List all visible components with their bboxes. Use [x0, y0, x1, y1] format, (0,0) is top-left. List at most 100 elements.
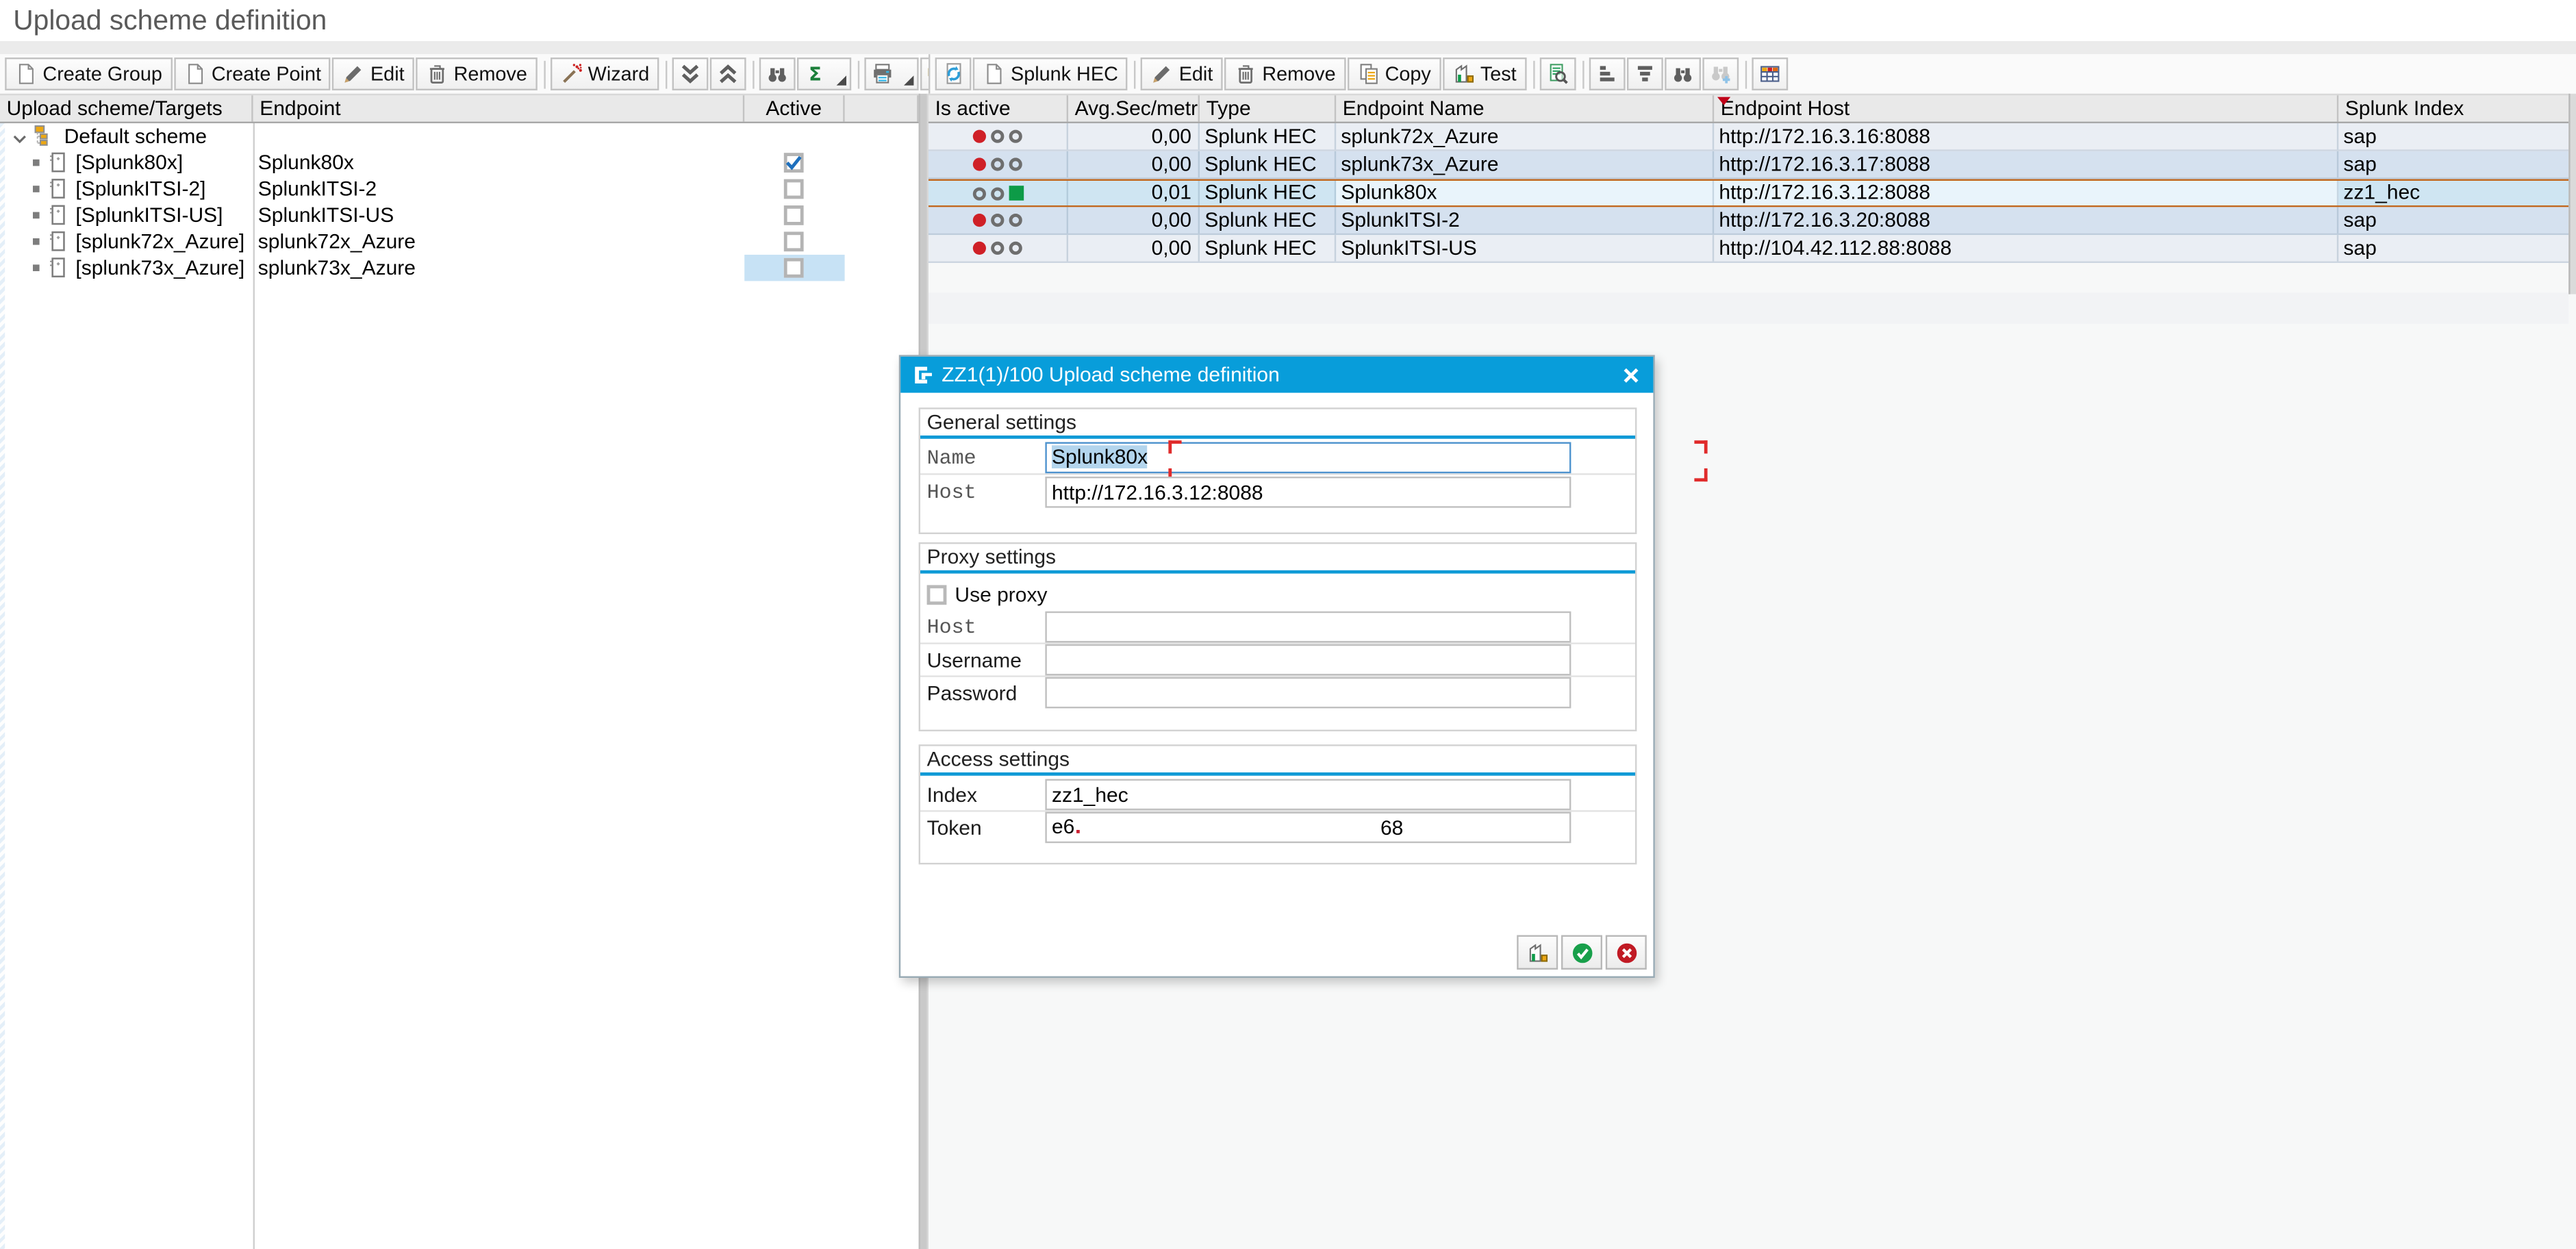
- tree-header-row: Upload scheme/Targets Endpoint Active: [0, 94, 919, 123]
- svg-text:Σ: Σ: [809, 64, 822, 85]
- tree-header-active[interactable]: Active: [744, 95, 844, 121]
- target-point-icon: [46, 230, 69, 253]
- page-title: Upload scheme definition: [13, 5, 327, 38]
- create-point-button[interactable]: Create Point: [174, 58, 331, 90]
- trash-icon: [1235, 62, 1258, 86]
- remove-endpoint-button[interactable]: Remove: [1224, 58, 1346, 90]
- token-row: Token e6 68: [920, 812, 1635, 845]
- grid-header-type[interactable]: Type: [1200, 95, 1336, 121]
- token-field[interactable]: e6 68: [1045, 812, 1571, 844]
- index-row: Index: [920, 779, 1635, 812]
- remove-label: Remove: [454, 62, 527, 86]
- use-proxy-checkbox[interactable]: [927, 585, 947, 605]
- grid-header-splunk-index[interactable]: Splunk Index: [2338, 95, 2568, 121]
- copy-endpoint-button[interactable]: Copy: [1347, 58, 1441, 90]
- focus-corner-icon: [1168, 440, 1181, 453]
- tree-item-label[interactable]: [splunk73x_Azure]: [75, 255, 244, 281]
- dialog-confirm-button[interactable]: [1561, 935, 1602, 970]
- splunk-index-cell: sap: [2338, 235, 2568, 261]
- index-field[interactable]: [1045, 779, 1571, 811]
- active-checkbox-checked[interactable]: [784, 153, 804, 173]
- wizard-button[interactable]: Wizard: [550, 58, 659, 90]
- tree-row-splunk73x-azure[interactable]: [splunk73x_Azure] splunk73x_Azure: [0, 255, 919, 281]
- grid-header-is-active[interactable]: Is active: [929, 95, 1068, 121]
- sort-indicator-icon: [1717, 97, 1730, 105]
- tree-row-splunkitsi-2[interactable]: [SplunkITSI-2] SplunkITSI-2: [0, 176, 919, 202]
- host-field[interactable]: [1045, 477, 1571, 508]
- tree-row-splunk72x-azure[interactable]: [splunk72x_Azure] splunk72x_Azure: [0, 229, 919, 255]
- find-entries-button[interactable]: [1665, 58, 1701, 90]
- tree-item-endpoint[interactable]: splunk73x_Azure: [258, 255, 416, 281]
- tree-item-label[interactable]: [SplunkITSI-2]: [75, 176, 205, 202]
- grid-header-endpoint-host[interactable]: Endpoint Host: [1714, 95, 2338, 121]
- tree-row-splunk80x[interactable]: [Splunk80x] Splunk80x: [0, 149, 919, 175]
- splunk-index-cell: sap: [2338, 207, 2568, 233]
- sum-button[interactable]: Σ: [797, 58, 851, 90]
- tree-item-label[interactable]: [Splunk80x]: [75, 149, 183, 175]
- tree-header-endpoint[interactable]: Endpoint: [253, 95, 745, 121]
- tree-item-label[interactable]: [SplunkITSI-US]: [75, 202, 223, 228]
- tree-item-endpoint[interactable]: Splunk80x: [258, 149, 354, 175]
- find-next-button-disabled[interactable]: [1702, 58, 1739, 90]
- sort-descending-icon: [1633, 62, 1656, 86]
- dialog-test-button[interactable]: [1517, 935, 1558, 970]
- toolbar-separator: [1533, 60, 1535, 88]
- tree-item-endpoint[interactable]: SplunkITSI-US: [258, 202, 394, 228]
- expand-all-button[interactable]: [672, 58, 709, 90]
- table-row[interactable]: 0,00 Splunk HEC splunk73x_Azure http://1…: [929, 151, 2568, 179]
- tree-item-label[interactable]: [splunk72x_Azure]: [75, 229, 244, 255]
- table-row-selected[interactable]: 0,01 Splunk HEC Splunk80x http://172.16.…: [929, 179, 2568, 207]
- grid-header-row: Is active Avg.Sec/metric Type Endpoint N…: [929, 94, 2568, 123]
- active-checkbox[interactable]: [784, 179, 804, 199]
- tree-row-default-scheme[interactable]: Default scheme: [0, 123, 919, 149]
- edit-button[interactable]: Edit: [333, 58, 414, 90]
- tree-header-targets[interactable]: Upload scheme/Targets: [0, 95, 253, 121]
- bullet-icon: [33, 264, 40, 271]
- active-checkbox[interactable]: [784, 258, 804, 278]
- edit-label: Edit: [1179, 62, 1213, 86]
- active-checkbox[interactable]: [784, 231, 804, 251]
- sort-descending-button[interactable]: [1626, 58, 1663, 90]
- tree-header-empty: [845, 95, 919, 121]
- remove-button[interactable]: Remove: [416, 58, 537, 90]
- table-row[interactable]: 0,00 Splunk HEC splunk72x_Azure http://1…: [929, 123, 2568, 151]
- table-view-button[interactable]: [1752, 58, 1788, 90]
- test-endpoint-button[interactable]: Test: [1443, 58, 1526, 90]
- tree-root-label[interactable]: Default scheme: [64, 123, 207, 149]
- refresh-button[interactable]: [935, 58, 972, 90]
- tree-column-divider[interactable]: [253, 123, 255, 1249]
- name-row: Name Splunk80x: [920, 442, 1635, 475]
- sort-ascending-button[interactable]: [1589, 58, 1625, 90]
- proxy-host-field[interactable]: [1045, 611, 1571, 643]
- dropdown-triangle-icon: [837, 75, 846, 85]
- close-icon[interactable]: [1619, 363, 1643, 388]
- tree-row-splunkitsi-us[interactable]: [SplunkITSI-US] SplunkITSI-US: [0, 202, 919, 228]
- use-proxy-row: Use proxy: [920, 583, 1635, 609]
- sigma-icon: Σ: [804, 62, 827, 86]
- active-checkbox[interactable]: [784, 205, 804, 225]
- grid-vertical-scrollbar[interactable]: [2568, 94, 2576, 294]
- create-group-label: Create Group: [42, 62, 162, 86]
- grid-header-avg[interactable]: Avg.Sec/metric: [1068, 95, 1200, 121]
- create-group-button[interactable]: Create Group: [5, 58, 172, 90]
- print-button[interactable]: [865, 58, 919, 90]
- table-row[interactable]: 0,00 Splunk HEC SplunkITSI-US http://104…: [929, 235, 2568, 263]
- dialog-window-icon: [912, 363, 935, 386]
- tree-item-endpoint[interactable]: splunk72x_Azure: [258, 229, 416, 255]
- display-details-button[interactable]: [1539, 58, 1576, 90]
- name-field[interactable]: Splunk80x: [1045, 442, 1571, 474]
- tree-item-endpoint[interactable]: SplunkITSI-2: [258, 176, 377, 202]
- password-field[interactable]: [1045, 677, 1571, 709]
- dialog-cancel-button[interactable]: [1606, 935, 1647, 970]
- dialog-title-bar[interactable]: ZZ1(1)/100 Upload scheme definition: [900, 357, 1653, 393]
- table-row[interactable]: 0,00 Splunk HEC SplunkITSI-2 http://172.…: [929, 207, 2568, 235]
- is-active-cell: [929, 235, 1068, 261]
- collapse-all-button[interactable]: [710, 58, 746, 90]
- edit-endpoint-button[interactable]: Edit: [1141, 58, 1223, 90]
- find-button[interactable]: [759, 58, 796, 90]
- grid-header-endpoint-name[interactable]: Endpoint Name: [1336, 95, 1714, 121]
- username-field[interactable]: [1045, 644, 1571, 676]
- create-splunk-hec-button[interactable]: Splunk HEC: [973, 58, 1128, 90]
- is-active-cell: [929, 123, 1068, 149]
- target-point-icon: [46, 204, 69, 227]
